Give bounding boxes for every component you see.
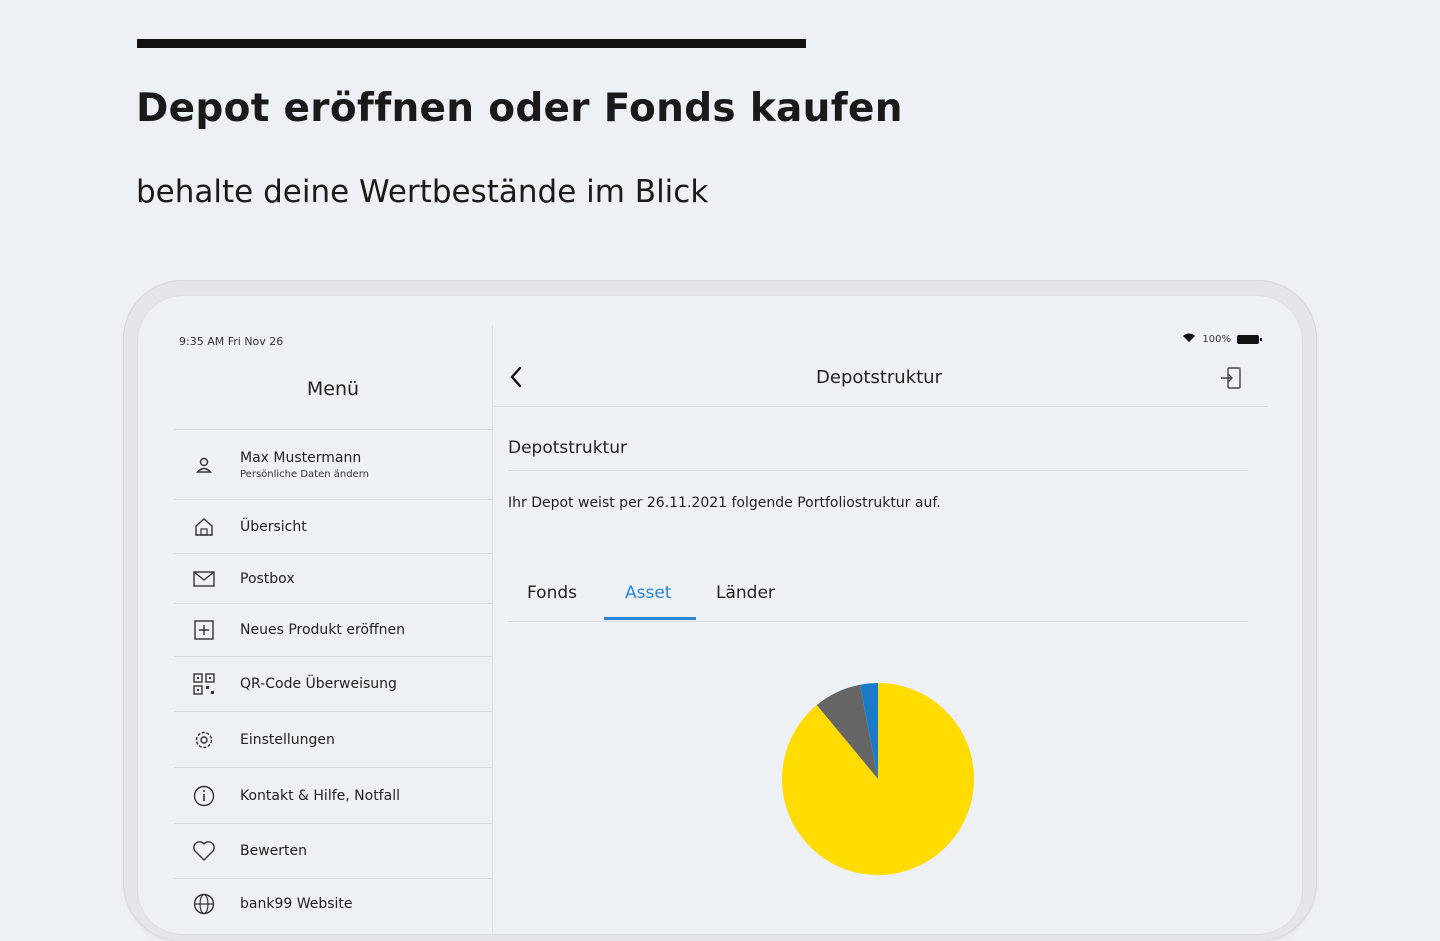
promo-subline: behalte deine Wertbestände im Blick (136, 174, 709, 210)
gear-icon (192, 728, 216, 752)
menu-list: Max Mustermann Persönliche Daten ändern … (174, 431, 492, 929)
tablet-screen: 9:35 AM Fri Nov 26 100% Menü Max Musterm… (137, 295, 1303, 935)
section-divider (508, 470, 1248, 471)
tab-bar: Fonds Asset Länder (508, 571, 1248, 622)
nav-title: Depotstruktur (816, 367, 942, 388)
sidebar-item-qr-code[interactable]: QR-Code Überweisung (174, 657, 492, 712)
user-subtitle: Persönliche Daten ändern (240, 469, 369, 480)
sidebar-item-bewerten[interactable]: Bewerten (174, 824, 492, 879)
sidebar-item-label: Einstellungen (240, 731, 335, 748)
sidebar-item-label: Kontakt & Hilfe, Notfall (240, 787, 400, 804)
section-title: Depotstruktur (508, 438, 627, 458)
top-rule (137, 39, 806, 48)
sidebar-item-uebersicht[interactable]: Übersicht (174, 500, 492, 554)
tab-laender[interactable]: Länder (716, 583, 775, 603)
tab-fonds[interactable]: Fonds (527, 583, 577, 603)
mail-icon (192, 567, 216, 591)
globe-icon (192, 892, 216, 916)
sidebar-item-label: QR-Code Überweisung (240, 676, 397, 692)
portfolio-description: Ihr Depot weist per 26.11.2021 folgende … (508, 495, 941, 511)
logout-button[interactable] (1218, 365, 1244, 391)
sidebar-item-kontakt[interactable]: Kontakt & Hilfe, Notfall (174, 768, 492, 824)
sidebar-item-einstellungen[interactable]: Einstellungen (174, 712, 492, 768)
sidebar-item-neues-produkt[interactable]: Neues Produkt eröffnen (174, 604, 492, 657)
sidebar-item-postbox[interactable]: Postbox (174, 554, 492, 604)
sidebar-item-label: Neues Produkt eröffnen (240, 622, 405, 638)
tab-asset[interactable]: Asset (625, 583, 671, 603)
nav-divider (494, 406, 1268, 407)
promo-headline: Depot eröffnen oder Fonds kaufen (136, 86, 903, 131)
qr-code-icon (192, 672, 216, 696)
sidebar-item-label: bank99 Website (240, 896, 353, 912)
sidebar-menu: Menü Max Mustermann Persönliche Daten än… (174, 325, 493, 935)
menu-title: Menü (306, 378, 360, 400)
asset-pie-chart (782, 683, 974, 875)
sidebar-item-label: Bewerten (240, 843, 308, 859)
person-icon (192, 453, 216, 477)
sidebar-item-label: Postbox (240, 570, 295, 587)
sidebar-item-website[interactable]: bank99 Website (174, 879, 492, 929)
sidebar-item-label: Übersicht (240, 518, 307, 535)
logout-icon (1221, 367, 1241, 389)
main-content: Depotstruktur Depotstruktur Ihr Depot we… (494, 325, 1274, 935)
heart-icon (192, 839, 216, 863)
plus-box-icon (192, 618, 216, 642)
info-icon (192, 784, 216, 808)
user-name: Max Mustermann (240, 450, 362, 466)
home-icon (192, 515, 216, 539)
active-tab-indicator (604, 617, 696, 620)
sidebar-item-profile[interactable]: Max Mustermann Persönliche Daten ändern (174, 431, 492, 500)
menu-divider (174, 429, 492, 430)
